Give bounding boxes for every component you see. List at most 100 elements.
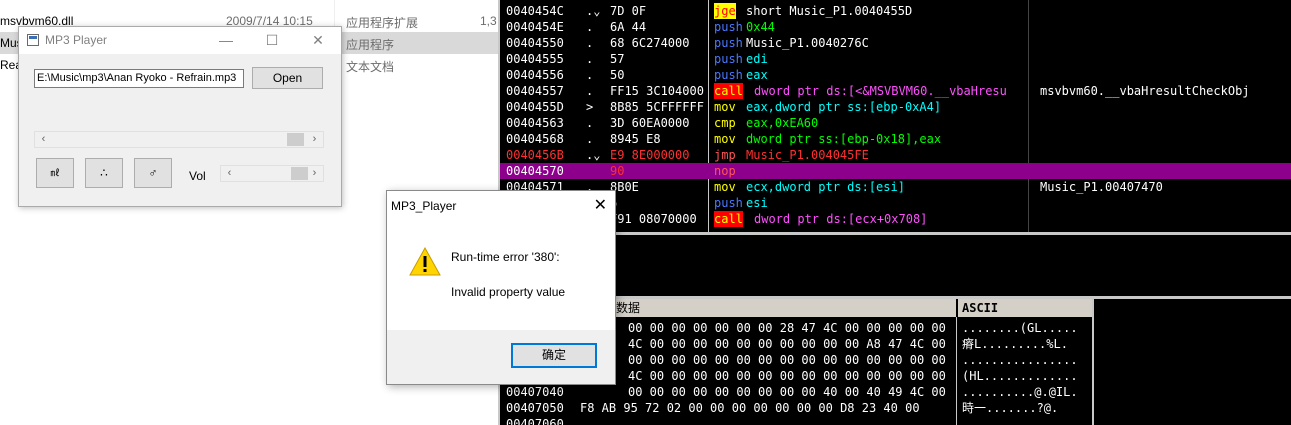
disasm-row[interactable]: 0040454C .⌄ 7D 0F jge short Music_P1.004… — [500, 3, 1291, 19]
disasm-row[interactable]: 00404555 . 57 push edi — [500, 51, 1291, 67]
dump-ascii: 時一.......?@. — [962, 401, 1059, 415]
disasm-address: 00404557 — [506, 84, 564, 98]
scroll-right-icon[interactable]: › — [306, 132, 323, 147]
disasm-row[interactable]: 0040456B .⌄ E9 8E000000 jmp Music_P1.004… — [500, 147, 1291, 163]
disasm-row[interactable]: 00404571 . 8B0E mov ecx,dword ptr ds:[es… — [500, 179, 1291, 195]
minimize-button[interactable]: — — [203, 27, 249, 54]
disasm-hex: 90 — [610, 164, 625, 178]
stop-button[interactable]: ♂ — [134, 158, 172, 188]
dump-row[interactable]: 00407050 F8 AB 95 72 02 00 00 00 00 00 0… — [500, 400, 1291, 416]
dump-address: 00407040 — [506, 385, 564, 399]
disasm-hex: 68 6C274000 — [610, 36, 690, 50]
disasm-address: 00404550 — [506, 36, 564, 50]
disasm-address: 00404568 — [506, 132, 564, 146]
disasm-mnemonic: push — [714, 20, 743, 34]
file-path-input[interactable]: E:\Music\mp3\Anan Ryoko - Refrain.mp3 — [34, 69, 244, 88]
disasm-operand: eax,dword ptr ss:[ebp-0xA4] — [746, 100, 942, 114]
open-button[interactable]: Open — [252, 67, 323, 89]
disasm-row[interactable]: 6 push esi — [500, 195, 1291, 211]
dialog-title: MP3_Player — [391, 199, 457, 213]
close-button[interactable]: ✕ — [295, 27, 341, 54]
dialog-close-button[interactable]: ✕ — [594, 195, 607, 215]
dump-row[interactable]: 00407060 — [500, 416, 1291, 425]
disasm-mnemonic: mov — [714, 100, 736, 114]
disasm-operand: esi — [746, 196, 768, 210]
volume-slider[interactable]: ‹ › — [220, 165, 324, 182]
debugger-panel: 0040454C .⌄ 7D 0F jge short Music_P1.004… — [498, 0, 1291, 425]
title-bar[interactable]: MP3 Player — ☐ ✕ — [19, 27, 341, 54]
dump-ascii: ........(GL..... — [962, 321, 1078, 335]
disasm-row[interactable]: 00404557 . FF15 3C104000 call dword ptr … — [500, 83, 1291, 99]
disasm-marker: . — [586, 116, 594, 130]
disasm-address: 00404556 — [506, 68, 564, 82]
disasm-mnemonic: push — [714, 36, 743, 50]
ok-button[interactable]: 确定 — [511, 343, 597, 368]
dump-row[interactable]: 00407040 00 00 00 00 00 00 00 00 00 40 0… — [500, 384, 1291, 400]
disasm-marker: . — [586, 52, 594, 66]
disasm-marker: .⌄ — [586, 4, 601, 18]
dump-address: 00407060 — [506, 417, 564, 425]
file-type: 应用程序 — [346, 38, 395, 52]
dump-hex: 4C 00 00 00 00 00 00 00 00 00 00 00 00 0… — [628, 369, 946, 383]
position-thumb[interactable] — [287, 133, 304, 146]
disasm-operand: edi — [746, 52, 768, 66]
disasm-operand: Music_P1.0040276C — [746, 36, 869, 50]
maximize-button[interactable]: ☐ — [249, 27, 295, 54]
scroll-left-icon[interactable]: ‹ — [221, 166, 238, 181]
disasm-marker: .⌄ — [586, 148, 601, 162]
disasm-mnemonic: mov — [714, 180, 736, 194]
disasm-row[interactable]: 00404568 . 8945 E8 mov dword ptr ss:[ebp… — [500, 131, 1291, 147]
file-type: 应用程序扩展 — [346, 16, 419, 30]
disasm-hex: 8B85 5CFFFFFF — [610, 100, 704, 114]
scroll-right-icon[interactable]: › — [306, 166, 323, 181]
disasm-mnemonic: call — [714, 211, 743, 227]
disasm-address: 0040456B — [506, 148, 564, 162]
dump-row[interactable]: 4C 00 00 00 00 00 00 00 00 00 00 00 00 0… — [500, 368, 1291, 384]
disasm-operand: dword ptr ds:[<&MSVBVM60.__vbaHresu — [754, 84, 1007, 98]
disasm-row[interactable]: 00404550 . 68 6C274000 push Music_P1.004… — [500, 35, 1291, 51]
disasm-operand: eax — [746, 68, 768, 82]
disasm-hex: F91 08070000 — [610, 212, 697, 226]
disasm-row[interactable]: 0040454E . 6A 44 push 0x44 — [500, 19, 1291, 35]
dump-row[interactable]: 4C 00 00 00 00 00 00 00 00 00 00 A8 47 4… — [500, 336, 1291, 352]
disasm-address: 00404555 — [506, 52, 564, 66]
disasm-marker: . — [586, 68, 594, 82]
dump-ascii: ..........@.@IL. — [962, 385, 1078, 399]
disasm-marker: . — [586, 132, 594, 146]
volume-label: Vol — [189, 169, 206, 183]
error-message: Run-time error '380': — [451, 250, 560, 264]
dump-row[interactable]: 00 00 00 00 00 00 00 28 47 4C 00 00 00 0… — [500, 320, 1291, 336]
scroll-left-icon[interactable]: ‹ — [35, 132, 52, 147]
disasm-operand: dword ptr ds:[ecx+0x708] — [754, 212, 928, 226]
disasm-hex: 50 — [610, 68, 625, 82]
disasm-comment: Music_P1.00407470 — [1040, 180, 1163, 194]
dump-hex: 00 00 00 00 00 00 00 00 00 40 00 40 49 4… — [628, 385, 946, 399]
position-slider[interactable]: ‹ › — [34, 131, 324, 148]
dump-row[interactable]: 00 00 00 00 00 00 00 00 00 00 00 00 00 0… — [500, 352, 1291, 368]
dump-address: 00407050 — [506, 401, 564, 415]
dump-header-ascii: ASCII — [958, 299, 1092, 317]
warning-icon — [409, 247, 441, 276]
disasm-row[interactable]: 0040455D > 8B85 5CFFFFFF mov eax,dword p… — [500, 99, 1291, 115]
disasm-address: 0040454E — [506, 20, 564, 34]
disasm-row[interactable]: F91 08070000 call dword ptr ds:[ecx+0x70… — [500, 211, 1291, 227]
disasm-row[interactable]: 00404563 . 3D 60EA0000 cmp eax,0xEA60 — [500, 115, 1291, 131]
disasm-comment: msvbvm60.__vbaHresultCheckObj — [1040, 84, 1250, 98]
disasm-hex: 6A 44 — [610, 20, 647, 34]
mp3-player-window: MP3 Player — ☐ ✕ E:\Music\mp3\Anan Ryoko… — [18, 26, 342, 207]
dump-ascii: ................ — [962, 353, 1078, 367]
file-type: 文本文档 — [346, 60, 395, 74]
disasm-operand: 0x44 — [746, 20, 775, 34]
disasm-mnemonic: cmp — [714, 116, 736, 130]
disasm-hex: 7D 0F — [610, 4, 647, 18]
disasm-hex: E9 8E000000 — [610, 148, 690, 162]
dump-hex: 00 00 00 00 00 00 00 28 47 4C 00 00 00 0… — [628, 321, 946, 335]
dump-hex: 4C 00 00 00 00 00 00 00 00 00 00 A8 47 4… — [628, 337, 946, 351]
disasm-operand: Music_P1.004045FE — [746, 148, 869, 162]
disasm-address: 0040454C — [506, 4, 564, 18]
disasm-row[interactable]: 00404556 . 50 push eax — [500, 67, 1291, 83]
disasm-marker: > — [586, 100, 594, 114]
disasm-row-selected[interactable]: 00404570 90 nop — [500, 163, 1291, 179]
play-button[interactable]: ㎖ — [36, 158, 74, 188]
pause-button[interactable]: ∴ — [85, 158, 123, 188]
